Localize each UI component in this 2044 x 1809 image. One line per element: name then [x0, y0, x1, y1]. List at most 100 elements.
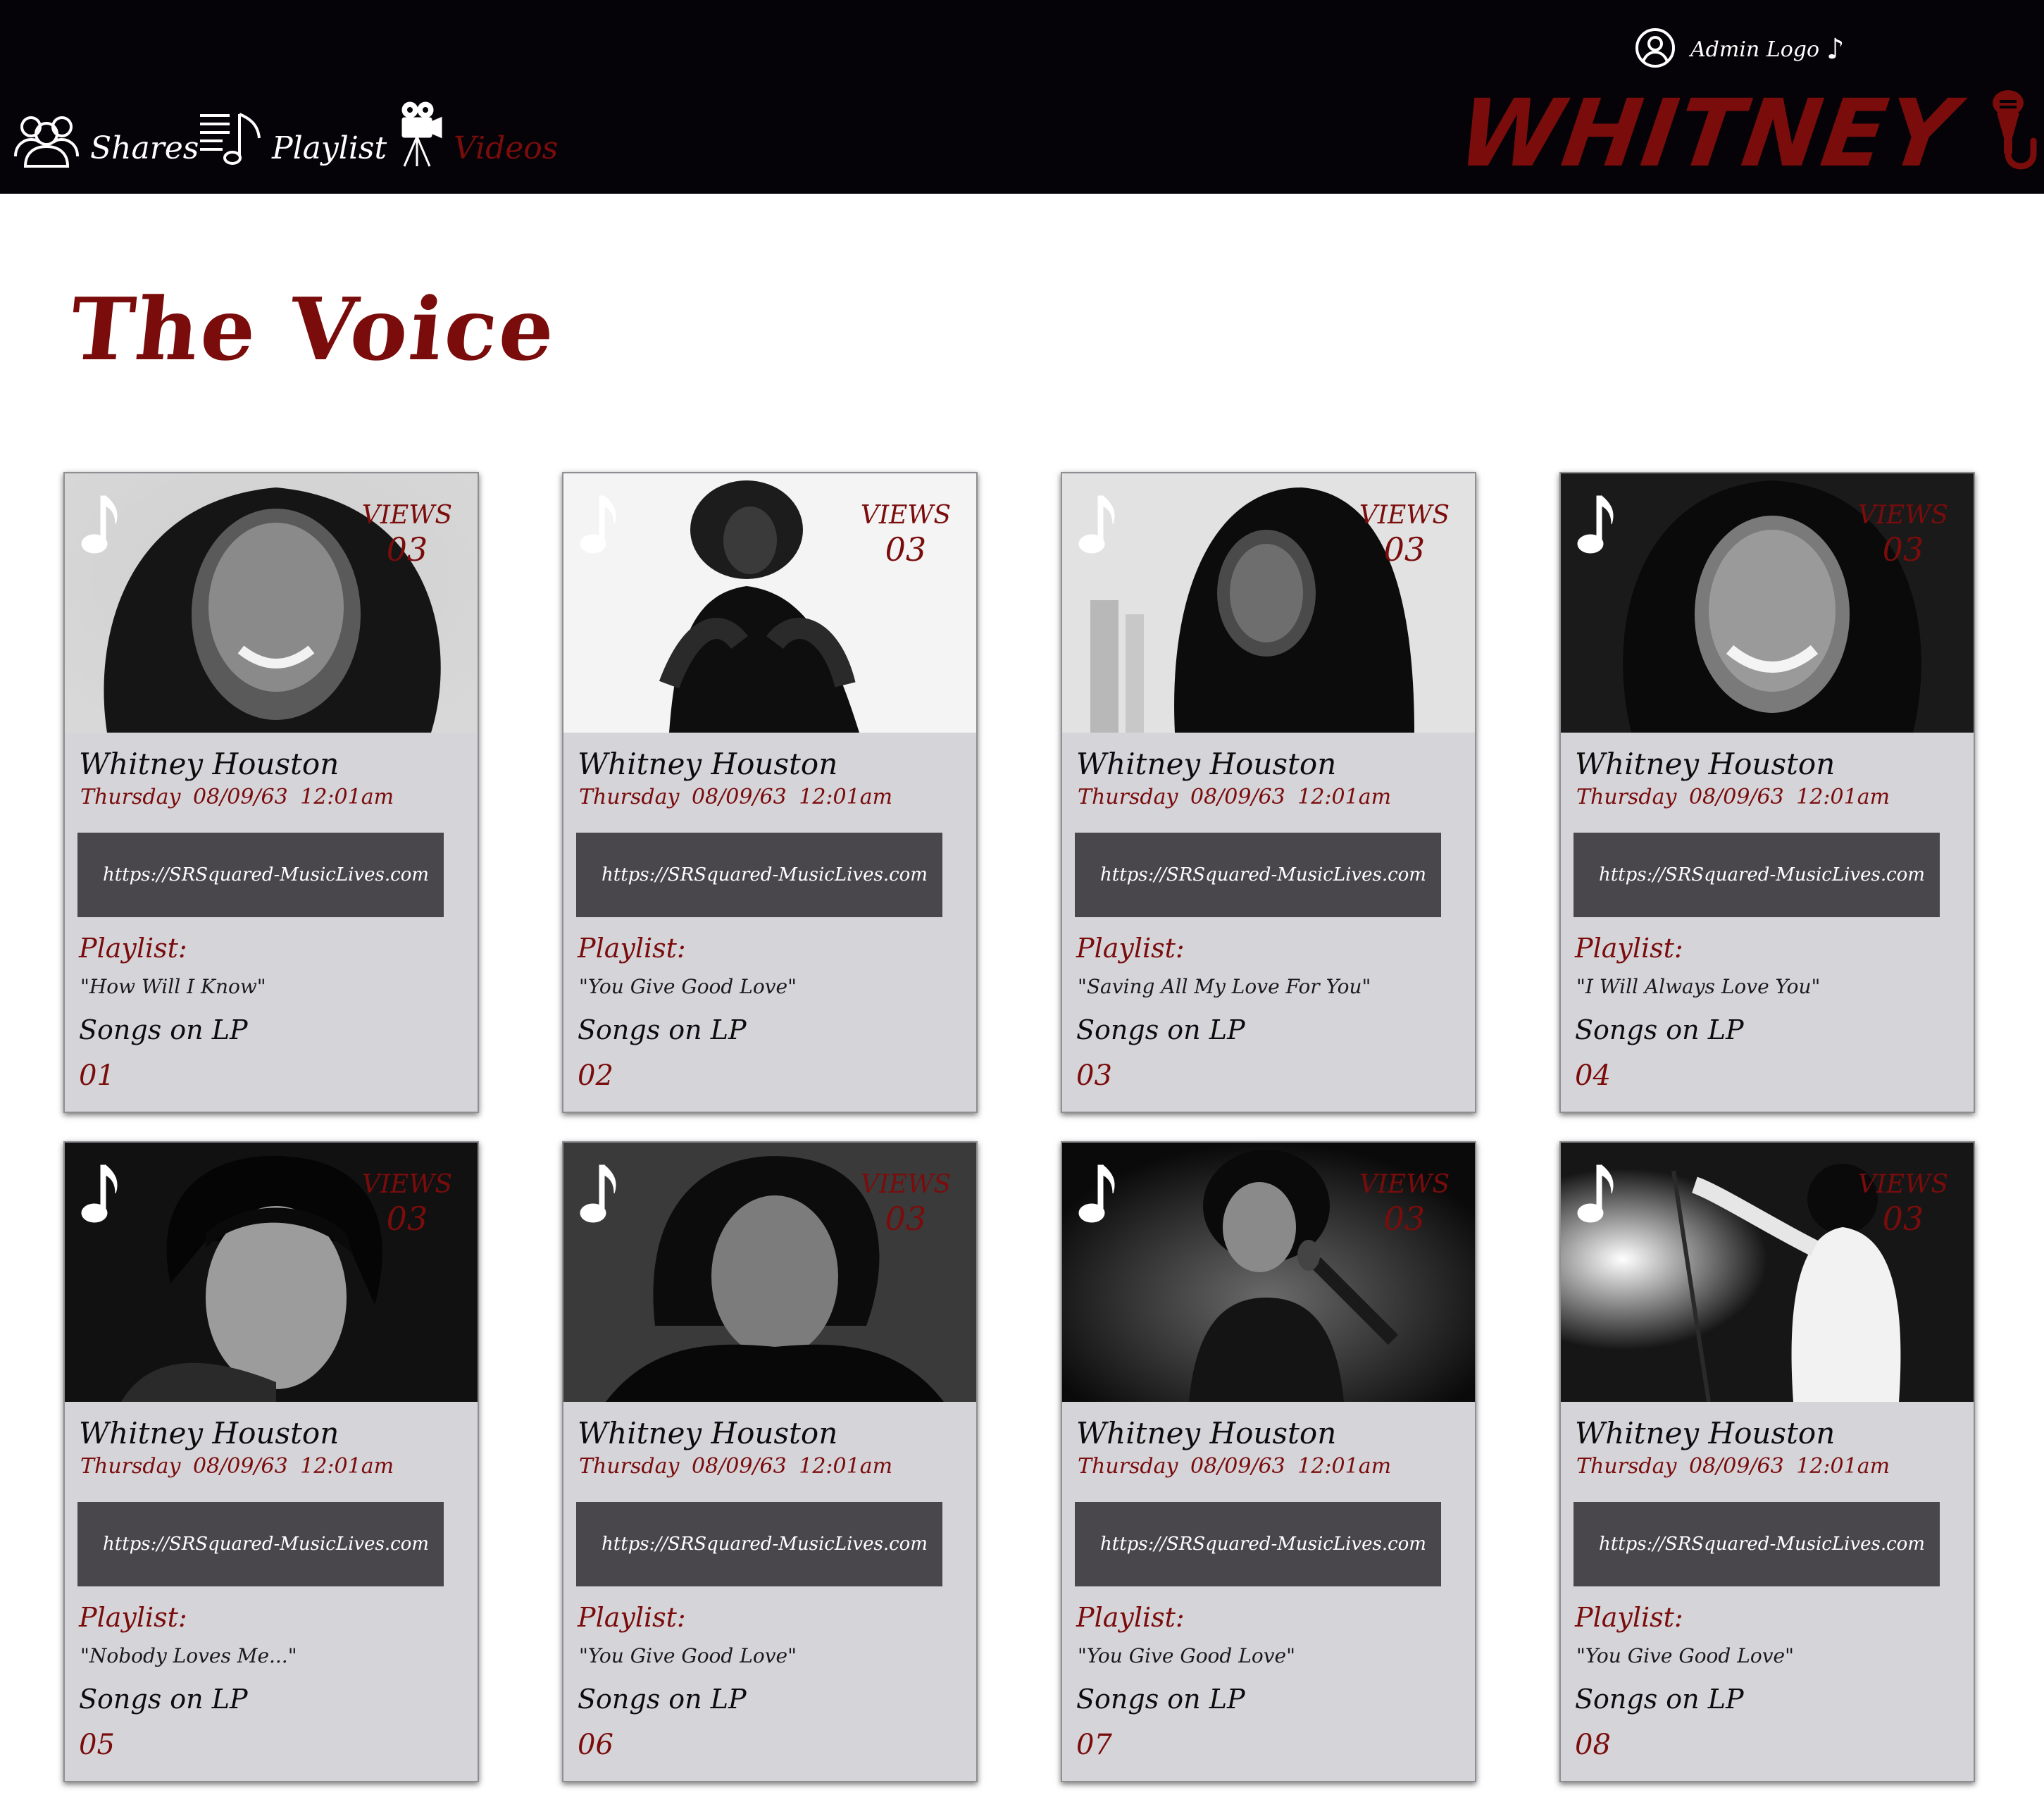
url-text: https://SRSquared-MusicLives.com [103, 864, 429, 885]
music-note-icon [576, 1162, 620, 1229]
playlist-label: Playlist: [1575, 933, 1683, 964]
playlist-song: "I Will Always Love You" [1576, 975, 1821, 998]
song-number: 03 [1076, 1059, 1112, 1092]
music-note-icon [576, 493, 620, 559]
video-card[interactable]: VIEWS 03 Whitney Houston Thursday 08/09/… [1061, 1141, 1476, 1782]
video-card[interactable]: VIEWS 03 Whitney Houston Thursday 08/09/… [1061, 472, 1476, 1113]
video-card[interactable]: VIEWS 03 Whitney Houston Thursday 08/09/… [63, 1141, 479, 1782]
url-text: https://SRSquared-MusicLives.com [1100, 1534, 1426, 1555]
url-link[interactable]: https://SRSquared-MusicLives.com [576, 1502, 942, 1586]
brand-logo: WHITNEY [1452, 80, 2040, 188]
nav-playlist[interactable]: Playlist [197, 99, 387, 169]
views-label: VIEWS [1359, 1170, 1450, 1199]
playlist-song: "You Give Good Love" [579, 1644, 797, 1667]
views-count: 03 [1882, 530, 1924, 568]
url-link[interactable]: https://SRSquared-MusicLives.com [1573, 833, 1940, 917]
url-link[interactable]: https://SRSquared-MusicLives.com [1573, 1502, 1940, 1586]
songs-on-lp-label: Songs on LP [1575, 1014, 1744, 1045]
card-datetime: Thursday 08/09/63 12:01am [579, 1454, 893, 1479]
brand-name: WHITNEY [1452, 80, 1964, 188]
views-counter: VIEWS 03 [1858, 1171, 1948, 1238]
views-count: 03 [885, 530, 927, 568]
nav-label-playlist: Playlist [272, 130, 387, 166]
url-link[interactable]: https://SRSquared-MusicLives.com [576, 833, 942, 917]
url-text: https://SRSquared-MusicLives.com [602, 1534, 928, 1555]
songs-on-lp-label: Songs on LP [1076, 1014, 1245, 1045]
artist-name: Whitney Houston [79, 747, 339, 781]
playlist-label: Playlist: [578, 933, 686, 964]
card-datetime: Thursday 08/09/63 12:01am [579, 785, 893, 809]
views-count: 03 [1383, 1200, 1426, 1238]
card-datetime: Thursday 08/09/63 12:01am [80, 785, 394, 809]
views-count: 03 [1383, 530, 1426, 568]
playlist-icon [197, 110, 262, 169]
views-label: VIEWS [361, 1170, 452, 1199]
url-text: https://SRSquared-MusicLives.com [103, 1534, 429, 1555]
playlist-label: Playlist: [1076, 1602, 1185, 1633]
music-note-icon: ♪ [1826, 33, 1845, 66]
url-link[interactable]: https://SRSquared-MusicLives.com [77, 1502, 444, 1586]
views-counter: VIEWS 03 [362, 502, 452, 569]
music-note-icon [1075, 1162, 1118, 1229]
song-number: 07 [1076, 1729, 1112, 1761]
playlist-label: Playlist: [1575, 1602, 1683, 1633]
views-counter: VIEWS 03 [861, 1171, 951, 1238]
views-counter: VIEWS 03 [1359, 502, 1450, 569]
views-counter: VIEWS 03 [1858, 502, 1948, 569]
artist-name: Whitney Houston [578, 1416, 838, 1450]
views-label: VIEWS [361, 501, 452, 530]
playlist-label: Playlist: [578, 1602, 686, 1633]
url-text: https://SRSquared-MusicLives.com [1599, 864, 1925, 885]
songs-on-lp-label: Songs on LP [1575, 1684, 1744, 1715]
nav-label-videos: Videos [454, 130, 559, 166]
music-note-icon [77, 1162, 121, 1229]
song-number: 05 [79, 1729, 115, 1761]
song-number: 02 [578, 1059, 613, 1092]
video-card[interactable]: VIEWS 03 Whitney Houston Thursday 08/09/… [1559, 1141, 1975, 1782]
playlist-song: "You Give Good Love" [1576, 1644, 1794, 1667]
url-link[interactable]: https://SRSquared-MusicLives.com [1075, 1502, 1441, 1586]
playlist-label: Playlist: [1076, 933, 1185, 964]
video-card[interactable]: VIEWS 03 Whitney Houston Thursday 08/09/… [562, 472, 978, 1113]
video-card[interactable]: VIEWS 03 Whitney Houston Thursday 08/09/… [63, 472, 479, 1113]
views-label: VIEWS [860, 1170, 951, 1199]
card-datetime: Thursday 08/09/63 12:01am [1576, 785, 1890, 809]
music-note-icon [77, 493, 121, 559]
song-number: 01 [79, 1059, 115, 1092]
nav-videos[interactable]: Videos [399, 99, 558, 169]
nav-shares[interactable]: Shares [13, 99, 199, 169]
playlist-song: "You Give Good Love" [1078, 1644, 1295, 1667]
card-datetime: Thursday 08/09/63 12:01am [80, 1454, 394, 1479]
user-circle-icon [1634, 27, 1676, 72]
video-card[interactable]: VIEWS 03 Whitney Houston Thursday 08/09/… [1559, 472, 1975, 1113]
page-title: The Voice [65, 278, 562, 380]
card-datetime: Thursday 08/09/63 12:01am [1078, 785, 1392, 809]
url-link[interactable]: https://SRSquared-MusicLives.com [1075, 833, 1441, 917]
views-count: 03 [1882, 1200, 1924, 1238]
playlist-label: Playlist: [79, 1602, 187, 1633]
songs-on-lp-label: Songs on LP [1076, 1684, 1245, 1715]
songs-on-lp-label: Songs on LP [578, 1014, 747, 1045]
music-note-icon [1075, 493, 1118, 559]
url-link[interactable]: https://SRSquared-MusicLives.com [77, 833, 444, 917]
artist-name: Whitney Houston [1575, 747, 1836, 781]
songs-on-lp-label: Songs on LP [79, 1684, 248, 1715]
nav-label-shares: Shares [90, 130, 199, 166]
url-text: https://SRSquared-MusicLives.com [1100, 864, 1426, 885]
views-counter: VIEWS 03 [362, 1171, 452, 1238]
artist-name: Whitney Houston [1575, 1416, 1836, 1450]
url-text: https://SRSquared-MusicLives.com [1599, 1534, 1925, 1555]
views-label: VIEWS [1359, 501, 1450, 530]
admin-menu[interactable]: Admin Logo ♪ [1634, 27, 1845, 72]
playlist-song: "Saving All My Love For You" [1078, 975, 1371, 998]
video-card[interactable]: VIEWS 03 Whitney Houston Thursday 08/09/… [562, 1141, 978, 1782]
card-datetime: Thursday 08/09/63 12:01am [1078, 1454, 1392, 1479]
top-navigation-bar: Shares Playlist Videos Admin Logo ♪ WHIT… [0, 0, 2044, 194]
song-number: 06 [578, 1729, 613, 1761]
playlist-song: "How Will I Know" [80, 975, 266, 998]
admin-label: Admin Logo [1690, 37, 1820, 62]
songs-on-lp-label: Songs on LP [578, 1684, 747, 1715]
music-note-icon [1573, 1162, 1617, 1229]
music-note-icon [1573, 493, 1617, 559]
songs-on-lp-label: Songs on LP [79, 1014, 248, 1045]
